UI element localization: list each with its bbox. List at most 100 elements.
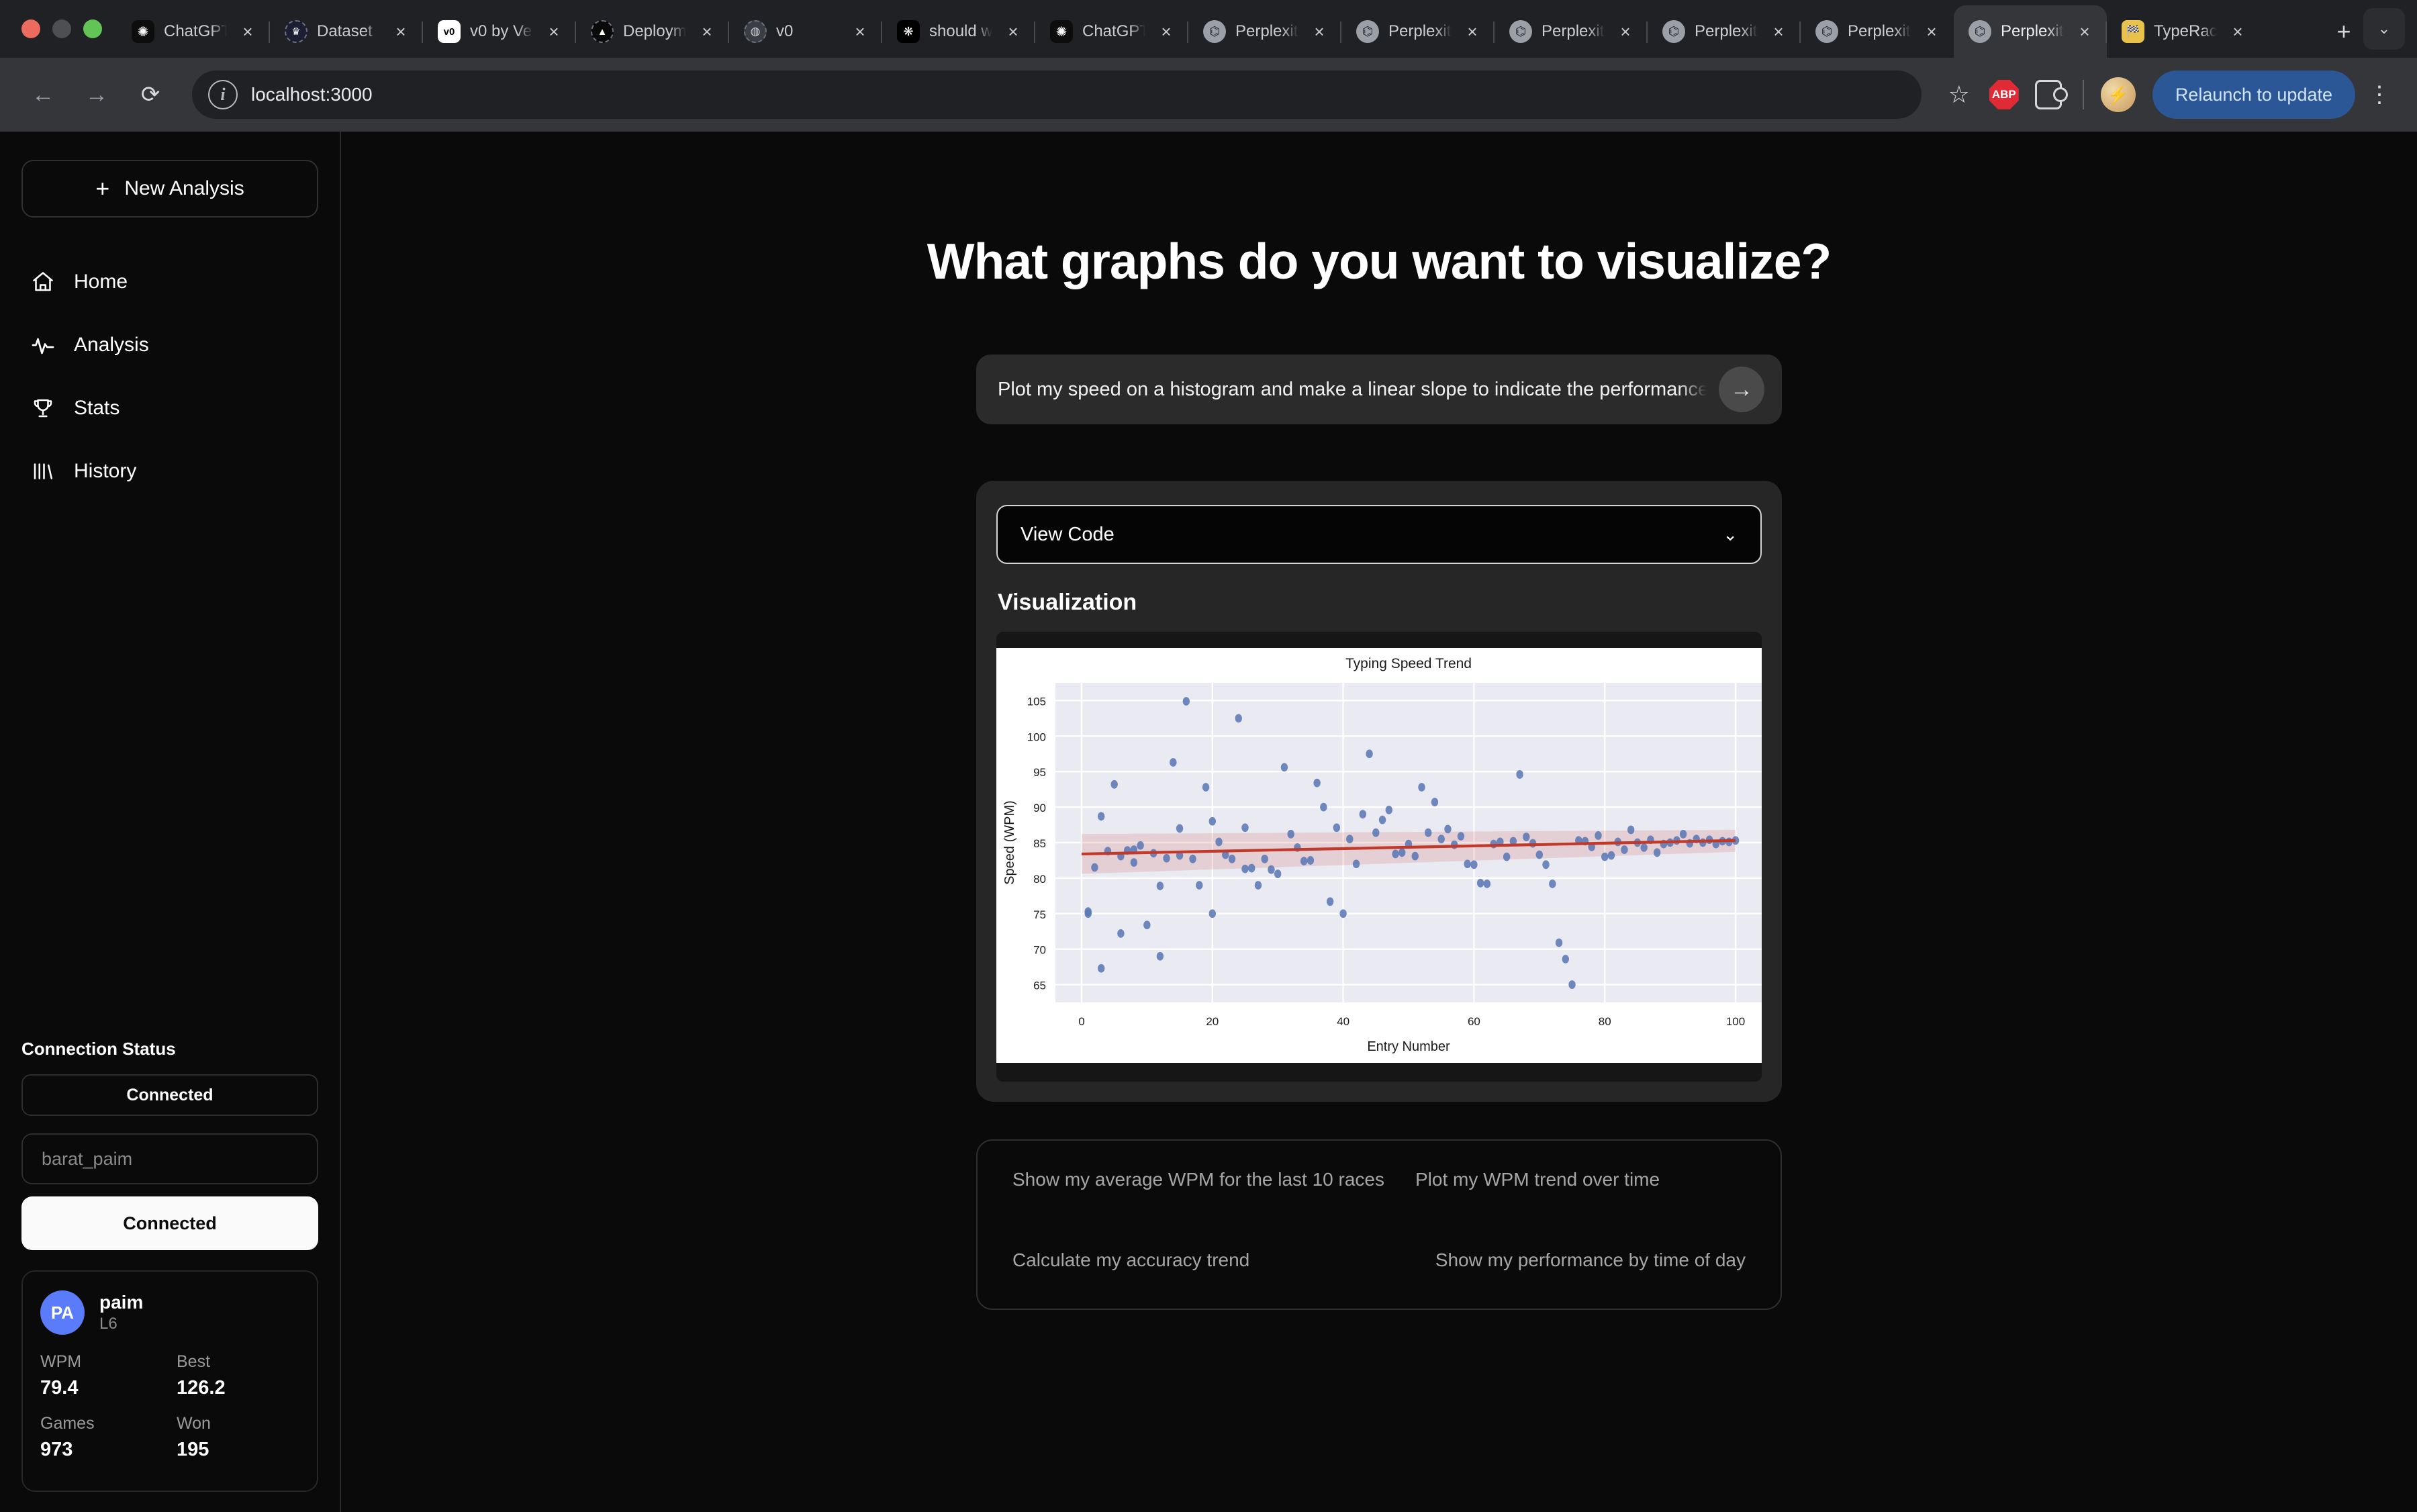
globe-icon: ◍	[744, 20, 767, 43]
close-tab-icon[interactable]: ×	[236, 20, 259, 43]
suggestion-chip[interactable]: Plot my WPM trend over time	[1415, 1169, 1660, 1190]
bookmark-star-icon[interactable]: ☆	[1939, 75, 1979, 115]
browser-tab[interactable]: ⌬ Perplexity ×	[1954, 5, 2107, 58]
sidebar: + New Analysis Home Analysis Stats Histo…	[0, 132, 341, 1512]
svg-text:40: 40	[1337, 1015, 1349, 1028]
close-tab-icon[interactable]: ×	[696, 20, 718, 43]
sidebar-item-analysis[interactable]: Analysis	[21, 322, 318, 368]
close-window-button[interactable]	[21, 19, 40, 38]
perplexity-icon: ⌬	[1509, 20, 1532, 43]
tab-title: Perplexity	[1542, 22, 1605, 40]
extensions-puzzle-icon[interactable]	[2029, 75, 2068, 114]
view-code-label: View Code	[1021, 523, 1115, 545]
browser-tab[interactable]: ♛ Dataset ×	[269, 5, 423, 58]
close-tab-icon[interactable]: ×	[2226, 20, 2249, 43]
browser-tab[interactable]: ◍ v0 ×	[728, 5, 882, 58]
browser-tab[interactable]: ⌬ Perplexity ×	[1340, 5, 1495, 58]
suggestions-card: Show my average WPM for the last 10 race…	[976, 1139, 1782, 1310]
adblock-plus-icon[interactable]: ABP	[1985, 75, 2024, 114]
browser-tab[interactable]: ✺ ChatGPT ×	[1034, 5, 1188, 58]
new-analysis-button[interactable]: + New Analysis	[21, 160, 318, 218]
username-input[interactable]: barat_paim	[21, 1133, 318, 1184]
adblock-badge: ABP	[1989, 80, 2019, 109]
address-bar[interactable]: i localhost:3000	[192, 70, 1922, 119]
browser-tab[interactable]: ❋ should w ×	[881, 5, 1035, 58]
back-icon[interactable]: ←	[19, 70, 67, 119]
relaunch-to-update-button[interactable]: Relaunch to update	[2152, 70, 2355, 119]
svg-text:75: 75	[1033, 908, 1046, 921]
close-tab-icon[interactable]: ×	[1155, 20, 1178, 43]
suggestion-chip[interactable]: Show my average WPM for the last 10 race…	[1012, 1169, 1415, 1190]
browser-tab[interactable]: 🏁 TypeRace ×	[2105, 5, 2260, 58]
close-tab-icon[interactable]: ×	[2073, 20, 2096, 43]
close-tab-icon[interactable]: ×	[1920, 20, 1943, 43]
suggestion-chip[interactable]: Calculate my accuracy trend	[1012, 1249, 1415, 1271]
perplexity-icon: ⌬	[1969, 20, 1991, 43]
activity-pulse-icon	[30, 332, 56, 359]
snowflake-icon: ❋	[897, 20, 920, 43]
stat-key: Won	[177, 1414, 211, 1433]
close-tab-icon[interactable]: ×	[389, 20, 412, 43]
browser-window: ✺ ChatGPT × ♛ Dataset × v0 v0 by Ve × ▲ Deploymen ×…	[0, 0, 2417, 1512]
typing-speed-trend-chart: Typing Speed Trend 65 70 75 80 85 90 95 100 105 0 2…	[996, 648, 1762, 1063]
tab-title: v0	[776, 22, 794, 40]
submit-arrow-icon[interactable]: →	[1719, 367, 1764, 412]
reload-icon[interactable]: ⟳	[126, 70, 175, 119]
browser-toolbar: ← → ⟳ i localhost:3000 ☆ ABP Relaunch to…	[0, 58, 2417, 132]
svg-text:65: 65	[1033, 980, 1046, 992]
view-code-toggle[interactable]: View Code ⌄	[996, 505, 1762, 564]
sidebar-item-label: Stats	[74, 397, 120, 419]
tab-strip: ✺ ChatGPT × ♛ Dataset × v0 v0 by Ve × ▲ Deploymen ×…	[0, 0, 2417, 58]
profile-avatar-icon[interactable]	[2099, 75, 2138, 114]
connect-button[interactable]: Connected	[21, 1196, 318, 1250]
minimize-window-button[interactable]	[52, 19, 71, 38]
user-name: paim	[99, 1291, 144, 1313]
svg-text:90: 90	[1033, 802, 1046, 814]
maximize-window-button[interactable]	[83, 19, 102, 38]
main-content: What graphs do you want to visualize? Pl…	[341, 132, 2417, 1512]
forward-icon[interactable]: →	[73, 70, 121, 119]
suggestion-chip[interactable]: Show my performance by time of day	[1415, 1249, 1746, 1271]
tab-title: should w	[929, 22, 992, 40]
sidebar-item-history[interactable]: History	[21, 448, 318, 494]
new-tab-button[interactable]: +	[2324, 12, 2363, 51]
perplexity-icon: ⌬	[1815, 20, 1838, 43]
tab-title: Perplexity	[1695, 22, 1758, 40]
svg-text:60: 60	[1468, 1015, 1480, 1028]
user-header: PA paim L6	[40, 1290, 299, 1335]
svg-text:85: 85	[1033, 837, 1046, 850]
browser-tab[interactable]: ✺ ChatGPT ×	[117, 5, 270, 58]
prompt-input-box[interactable]: Plot my speed on a histogram and make a …	[976, 355, 1782, 424]
tab-search-icon[interactable]: ⌄	[2363, 8, 2405, 50]
chart-bottom-padding	[996, 1063, 1762, 1082]
browser-menu-icon[interactable]: ⋮	[2361, 73, 2398, 116]
typeracer-icon: 🏁	[2122, 20, 2144, 43]
sidebar-item-stats[interactable]: Stats	[21, 385, 318, 431]
close-tab-icon[interactable]: ×	[1767, 20, 1790, 43]
svg-text:Speed (WPM): Speed (WPM)	[1002, 800, 1017, 885]
tab-title: ChatGPT	[1082, 22, 1145, 40]
svg-text:0: 0	[1078, 1015, 1084, 1028]
close-tab-icon[interactable]: ×	[1308, 20, 1331, 43]
tab-list: ✺ ChatGPT × ♛ Dataset × v0 v0 by Ve × ▲ Deploymen ×…	[117, 0, 2318, 58]
user-level: L6	[99, 1315, 117, 1333]
v0-icon: v0	[438, 20, 461, 43]
tab-title: Perplexity	[1235, 22, 1298, 40]
browser-tab[interactable]: ⌬ Perplexity ×	[1493, 5, 1648, 58]
close-tab-icon[interactable]: ×	[542, 20, 565, 43]
user-stats-grid: WPM Best 79.4 126.2 Games Won 973 195	[40, 1352, 299, 1470]
browser-tab[interactable]: ⌬ Perplexity ×	[1799, 5, 1954, 58]
browser-tab[interactable]: v0 v0 by Ve ×	[422, 5, 576, 58]
sidebar-item-home[interactable]: Home	[21, 259, 318, 305]
prompt-input[interactable]: Plot my speed on a histogram and make a …	[998, 379, 1707, 401]
close-tab-icon[interactable]: ×	[849, 20, 871, 43]
close-tab-icon[interactable]: ×	[1461, 20, 1484, 43]
browser-tab[interactable]: ⌬ Perplexity ×	[1187, 5, 1341, 58]
browser-tab[interactable]: ▲ Deploymen ×	[575, 5, 729, 58]
svg-text:80: 80	[1599, 1015, 1611, 1028]
close-tab-icon[interactable]: ×	[1614, 20, 1637, 43]
close-tab-icon[interactable]: ×	[1002, 20, 1025, 43]
site-info-icon[interactable]: i	[208, 80, 238, 109]
browser-tab[interactable]: ⌬ Perplexity ×	[1646, 5, 1801, 58]
stat-value: 79.4	[40, 1377, 79, 1399]
